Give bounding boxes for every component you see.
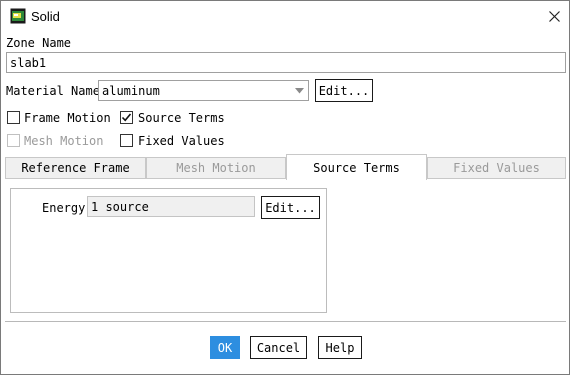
material-edit-button[interactable]: Edit... xyxy=(315,79,373,102)
help-label: Help xyxy=(325,340,355,355)
energy-source-value: 1 source xyxy=(91,199,149,214)
close-button[interactable] xyxy=(541,6,567,26)
source-terms-panel: Energy 1 source Edit... xyxy=(10,188,327,313)
close-icon xyxy=(548,10,560,22)
tab-label: Fixed Values xyxy=(453,161,540,175)
energy-label: Energy xyxy=(42,201,86,215)
app-icon xyxy=(10,8,26,24)
material-name-label: Material Name xyxy=(6,84,100,98)
chevron-down-icon xyxy=(295,88,304,94)
title-bar: Solid xyxy=(1,1,569,31)
source-terms-checkbox[interactable] xyxy=(120,111,133,124)
zone-name-value: slab1 xyxy=(10,55,47,70)
energy-edit-label: Edit... xyxy=(265,200,316,215)
energy-edit-button[interactable]: Edit... xyxy=(261,196,320,219)
tab-label: Reference Frame xyxy=(21,161,130,175)
help-button[interactable]: Help xyxy=(318,336,362,359)
fixed-values-checkbox[interactable] xyxy=(120,134,133,147)
tab-label: Source Terms xyxy=(313,160,400,175)
source-terms-label: Source Terms xyxy=(138,111,225,125)
frame-motion-label: Frame Motion xyxy=(24,111,111,125)
cancel-button[interactable]: Cancel xyxy=(250,336,307,359)
tab-source-terms[interactable]: Source Terms xyxy=(286,154,427,180)
cancel-label: Cancel xyxy=(256,340,301,355)
ok-button[interactable]: OK xyxy=(210,336,240,359)
tab-fixed-values[interactable]: Fixed Values xyxy=(427,157,566,179)
energy-source-field: 1 source xyxy=(87,196,255,217)
mesh-motion-label: Mesh Motion xyxy=(24,134,104,148)
zone-name-input[interactable]: slab1 xyxy=(6,52,566,73)
material-select[interactable]: aluminum xyxy=(98,80,309,101)
window-title: Solid xyxy=(31,9,60,24)
material-edit-label: Edit... xyxy=(318,83,370,98)
dialog-window: Solid Zone Name slab1 Material Name alum… xyxy=(0,0,570,375)
ok-label: OK xyxy=(217,340,233,355)
tab-mesh-motion[interactable]: Mesh Motion xyxy=(146,157,286,179)
tab-reference-frame[interactable]: Reference Frame xyxy=(5,157,146,179)
mesh-motion-checkbox[interactable] xyxy=(7,134,20,147)
fixed-values-label: Fixed Values xyxy=(138,134,225,148)
footer-divider xyxy=(5,321,566,322)
zone-name-label: Zone Name xyxy=(6,36,72,50)
tab-label: Mesh Motion xyxy=(176,161,256,175)
material-select-value: aluminum xyxy=(102,83,160,98)
checkmark-icon xyxy=(121,113,132,122)
frame-motion-checkbox[interactable] xyxy=(7,111,20,124)
